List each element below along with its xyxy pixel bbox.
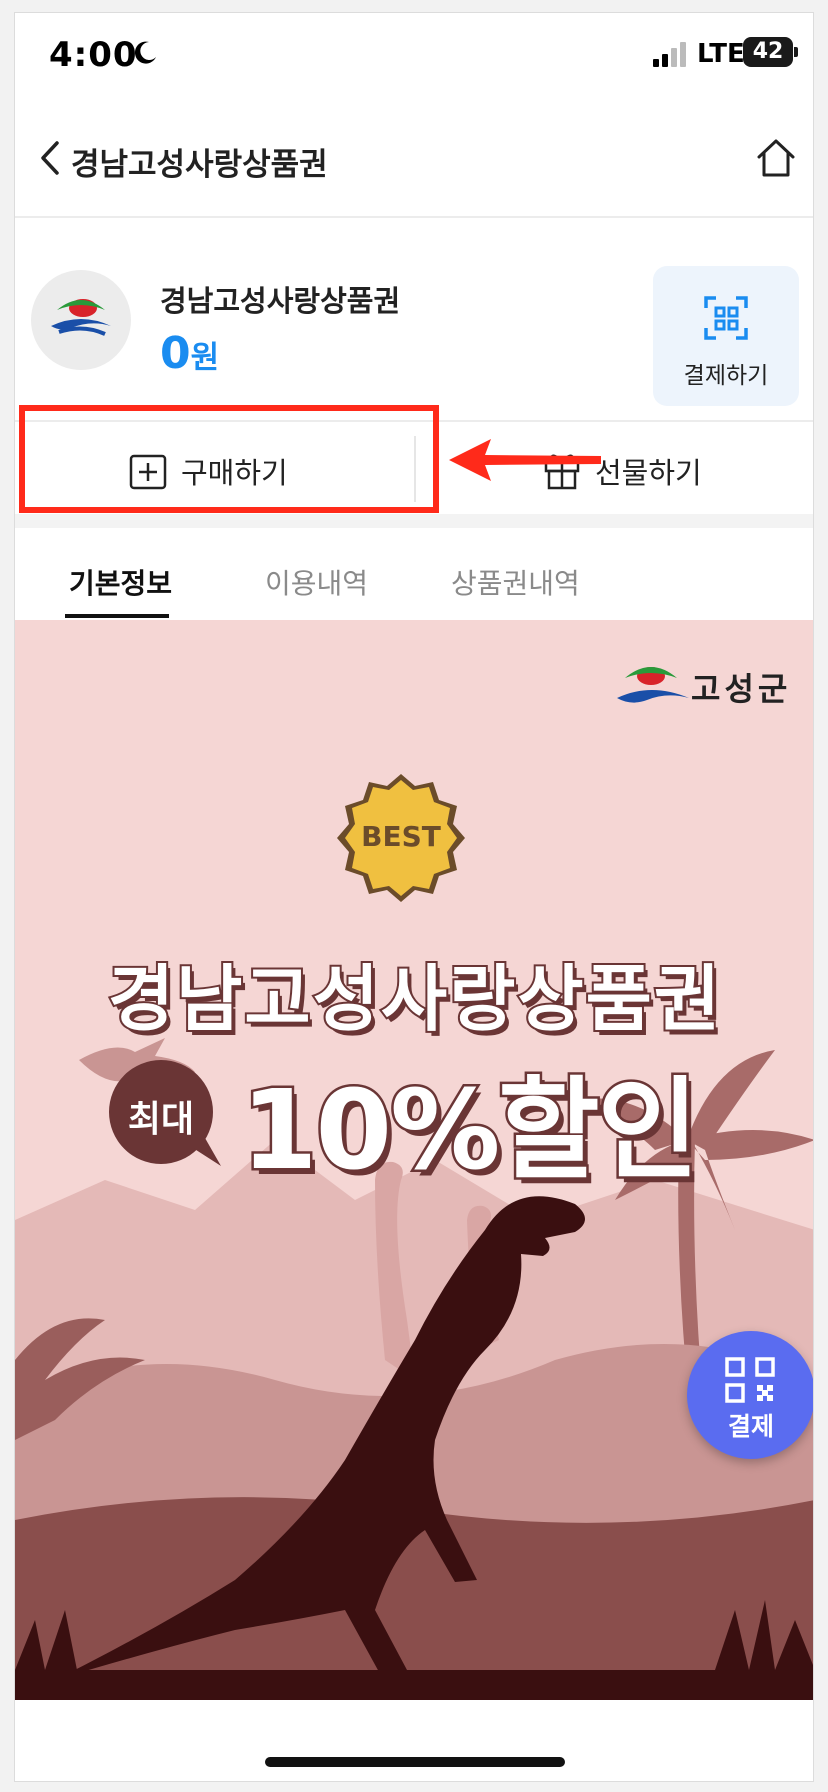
goseong-emblem-icon xyxy=(51,299,111,336)
active-tab-indicator xyxy=(65,614,169,618)
battery-indicator: 42 xyxy=(743,37,799,67)
tab-basic-info[interactable]: 기본정보 xyxy=(69,562,172,602)
moon-icon xyxy=(134,41,156,64)
banner-title: 경남고성사랑상품권 xyxy=(106,955,723,1043)
floating-pay-label: 결제 xyxy=(727,1412,774,1441)
card-balance: 0원 xyxy=(160,328,219,379)
promo-banner[interactable]: 고성군 BEST 경남고성사랑상품권 최대 10%할인 xyxy=(15,620,813,1700)
annotation-arrow-icon xyxy=(449,439,601,481)
gift-label: 선물하기 xyxy=(595,456,702,490)
brand-name: 고성군 xyxy=(691,670,792,708)
back-icon[interactable] xyxy=(29,133,73,183)
tab-bar: 기본정보 이용내역 상품권내역 xyxy=(15,528,813,620)
discount-row: 최대 10%할인 xyxy=(15,1040,813,1197)
section-gap xyxy=(15,514,813,528)
pay-button-label: 결제하기 xyxy=(683,363,769,389)
qr-icon xyxy=(725,1357,775,1403)
status-bar: 4:00 LTE 42 xyxy=(15,13,813,103)
goseong-emblem-icon xyxy=(617,667,689,703)
phone-screen: 4:00 LTE 42 경남고성사랑상품권 경남고성사랑상품권 0원 결제하기 … xyxy=(14,12,814,1782)
max-label: 최대 xyxy=(127,1099,195,1140)
balance-unit: 원 xyxy=(190,340,220,376)
status-time: 4:00 xyxy=(49,35,138,75)
balance-value: 0 xyxy=(160,328,191,379)
network-label: LTE xyxy=(697,39,745,69)
floating-pay-button[interactable]: 결제 xyxy=(687,1331,813,1459)
home-indicator[interactable] xyxy=(265,1757,565,1767)
discount-text: 10%할인 xyxy=(239,1064,702,1197)
app-header: 경남고성사랑상품권 xyxy=(15,103,813,218)
qr-scan-icon xyxy=(704,296,748,340)
voucher-card: 경남고성사랑상품권 0원 결제하기 xyxy=(15,220,813,420)
card-logo xyxy=(31,270,131,370)
battery-level: 42 xyxy=(752,39,784,64)
tab-usage-history[interactable]: 이용내역 xyxy=(265,562,368,602)
best-badge-label: BEST xyxy=(361,820,441,853)
signal-icon xyxy=(653,42,686,67)
home-icon[interactable] xyxy=(753,135,799,181)
annotation-highlight-box xyxy=(19,405,439,513)
pay-button[interactable]: 결제하기 xyxy=(653,266,799,406)
page-title: 경남고성사랑상품권 xyxy=(71,147,328,183)
card-name: 경남고성사랑상품권 xyxy=(160,284,401,318)
tab-voucher-history[interactable]: 상품권내역 xyxy=(451,562,580,602)
